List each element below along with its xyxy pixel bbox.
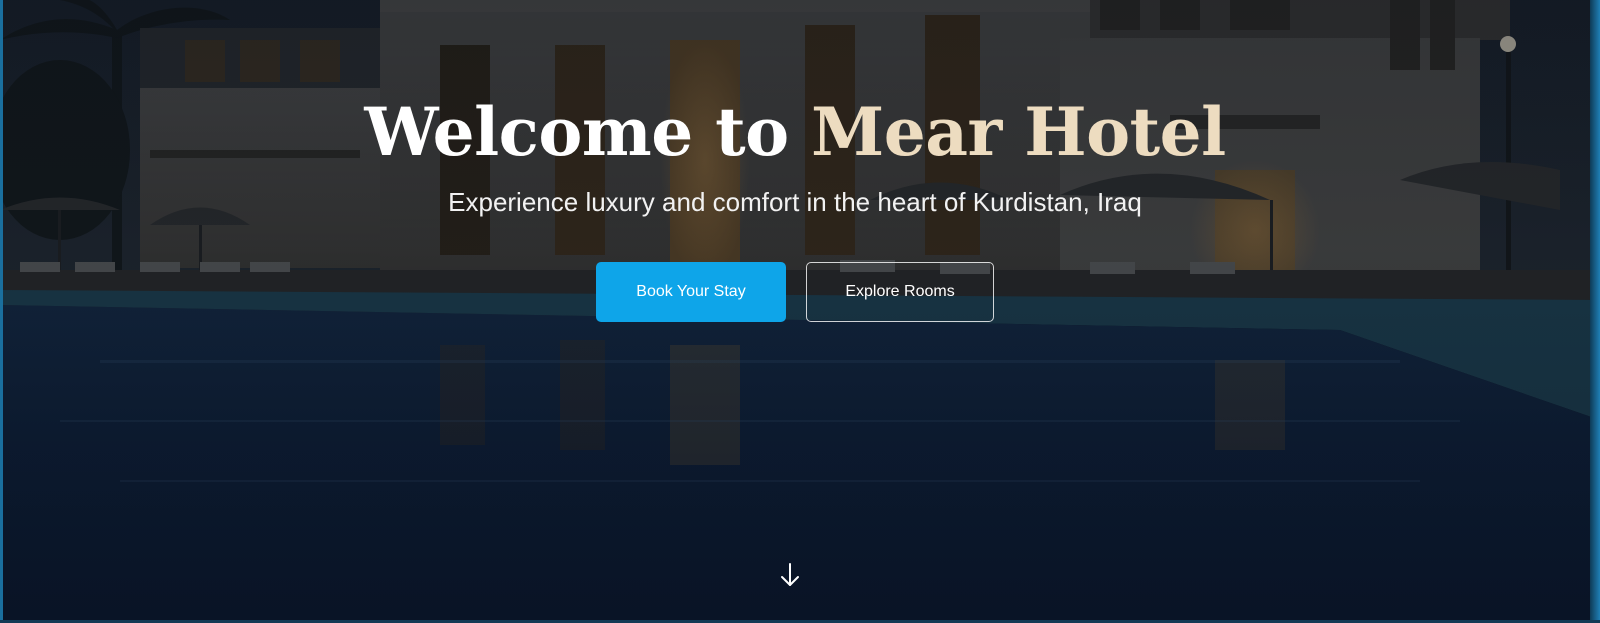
arrow-down-icon[interactable]: [775, 560, 805, 590]
frame-left-border: [0, 0, 3, 623]
frame-right-border: [1590, 0, 1600, 623]
hero-buttons: Book Your Stay Explore Rooms: [0, 262, 1590, 322]
hero-title-main: Welcome to: [364, 93, 812, 171]
hero-subtitle: Experience luxury and comfort in the hea…: [448, 187, 1142, 217]
hero-content: Welcome to Mear Hotel Experience luxury …: [0, 92, 1590, 322]
hero-section: Welcome to Mear Hotel Experience luxury …: [0, 0, 1600, 623]
hero-title: Welcome to Mear Hotel: [0, 92, 1590, 172]
hero-title-accent: Mear Hotel: [811, 93, 1226, 171]
explore-rooms-button[interactable]: Explore Rooms: [806, 262, 994, 322]
book-your-stay-button[interactable]: Book Your Stay: [596, 262, 786, 322]
